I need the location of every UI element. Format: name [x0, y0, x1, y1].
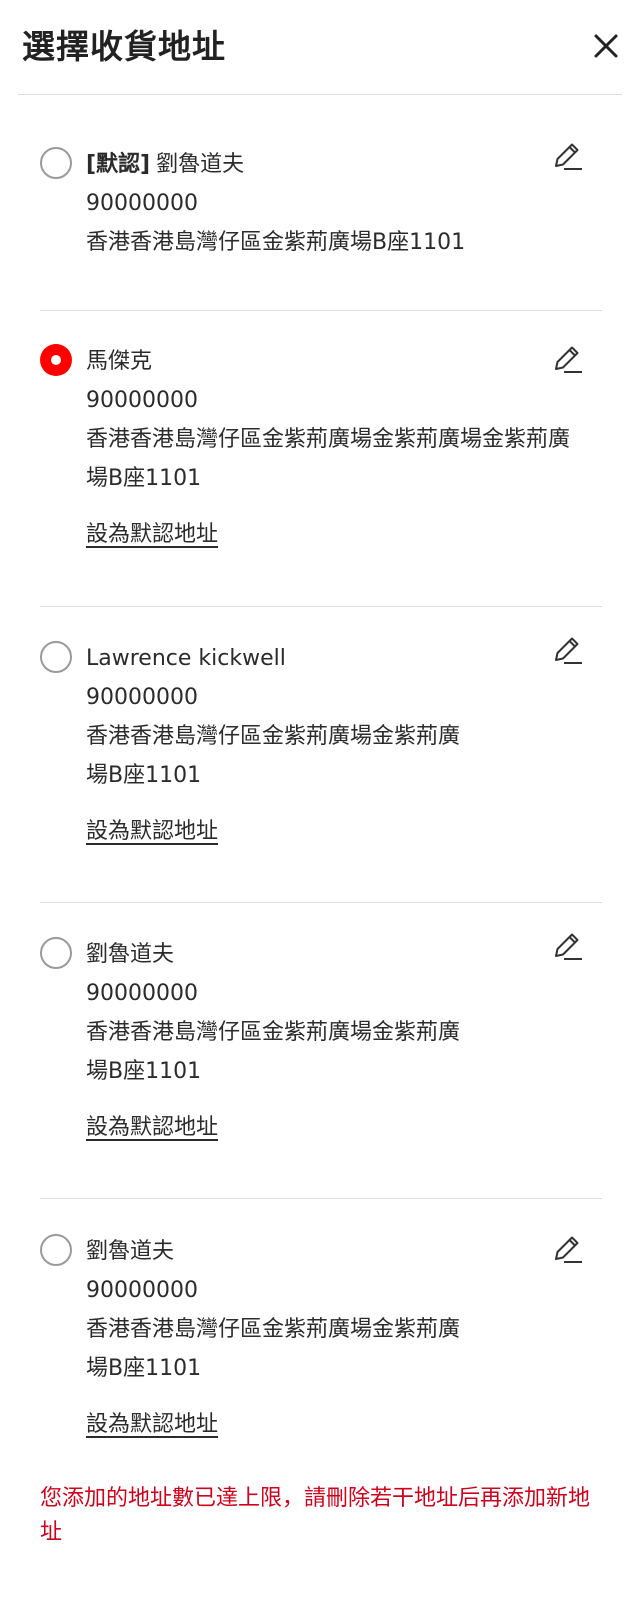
- header-divider: [18, 94, 622, 95]
- edit-pencil-icon[interactable]: [550, 139, 584, 173]
- recipient-address: 香港香港島灣仔區金紫荊廣場金紫荊廣場B座1101: [86, 1317, 461, 1381]
- address-limit-message: 您添加的地址數已達上限，請刪除若干地址后再添加新地址: [40, 1486, 591, 1545]
- divider: [40, 902, 602, 903]
- divider: [40, 606, 602, 607]
- recipient-name: Lawrence kickwell: [86, 646, 286, 671]
- recipient-name: 劉魯道夫: [86, 1239, 175, 1264]
- address-radio[interactable]: [40, 641, 72, 673]
- recipient-phone: 90000000: [86, 981, 198, 1006]
- address-radio[interactable]: [40, 147, 72, 179]
- recipient-address: 香港香港島灣仔區金紫荊廣場金紫荊廣場B座1101: [86, 724, 461, 788]
- recipient-name: 劉魯道夫: [156, 152, 245, 177]
- set-default-link[interactable]: 設為默認地址: [86, 1410, 218, 1440]
- close-icon[interactable]: [588, 28, 624, 64]
- default-tag: [默認]: [86, 152, 151, 177]
- page-title: 選擇收貨地址: [22, 27, 226, 66]
- edit-pencil-icon[interactable]: [550, 1232, 584, 1266]
- recipient-address: 香港香港島灣仔區金紫荊廣場B座1101: [86, 230, 466, 255]
- set-default-link[interactable]: 設為默認地址: [86, 1113, 218, 1143]
- recipient-phone: 90000000: [86, 685, 198, 710]
- divider: [40, 310, 602, 311]
- recipient-phone: 90000000: [86, 191, 198, 216]
- recipient-phone: 90000000: [86, 1278, 198, 1303]
- address-radio-selected[interactable]: [40, 344, 72, 376]
- edit-pencil-icon[interactable]: [550, 342, 584, 376]
- recipient-address: 香港香港島灣仔區金紫荊廣場金紫荊廣場B座1101: [86, 1020, 461, 1084]
- recipient-name: 劉魯道夫: [86, 942, 175, 967]
- set-default-link[interactable]: 設為默認地址: [86, 817, 218, 847]
- recipient-name: 馬傑克: [86, 349, 153, 374]
- header: 選擇收貨地址: [0, 0, 640, 96]
- address-radio[interactable]: [40, 1234, 72, 1266]
- edit-pencil-icon[interactable]: [550, 633, 584, 667]
- address-radio[interactable]: [40, 937, 72, 969]
- recipient-address: 香港香港島灣仔區金紫荊廣場金紫荊廣場金紫荊廣場B座1101: [86, 427, 571, 491]
- recipient-phone: 90000000: [86, 388, 198, 413]
- set-default-link[interactable]: 設為默認地址: [86, 520, 218, 550]
- edit-pencil-icon[interactable]: [550, 929, 584, 963]
- divider: [40, 1198, 602, 1199]
